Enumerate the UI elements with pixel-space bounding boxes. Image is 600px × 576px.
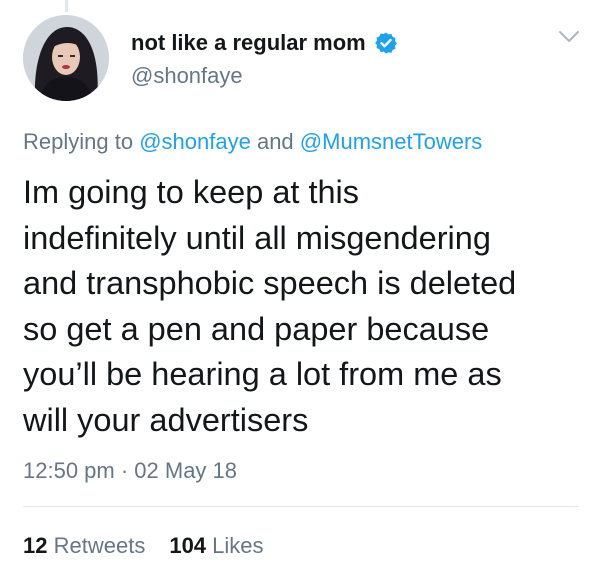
reply-conjunction: and	[256, 129, 294, 154]
display-name[interactable]: not like a regular mom	[131, 30, 366, 56]
tweet-text-line: indefinitely until all misgendering	[23, 219, 491, 256]
likes-stat[interactable]: 104 Likes	[169, 532, 263, 560]
tweet-stats: 12 Retweets 104 Likes	[23, 532, 264, 560]
chevron-down-icon[interactable]	[558, 30, 580, 44]
verified-badge-icon	[374, 31, 398, 55]
tweet-text-line: Im going to keep at this	[23, 174, 360, 210]
avatar[interactable]	[23, 15, 109, 101]
tweet-text-line: you’ll be hearing a lot from me as	[23, 356, 502, 392]
divider	[23, 506, 579, 507]
tweet-text-line: and transphobic speech is deleted	[23, 265, 517, 301]
retweets-count: 12	[23, 533, 48, 558]
reply-prefix: Replying to	[23, 129, 134, 154]
tweet-text: Im going to keep at this indefinitely un…	[23, 170, 588, 443]
mention-link-mumsnettowers[interactable]: @MumsnetTowers	[300, 129, 483, 154]
author-name-row[interactable]: not like a regular mom	[131, 30, 398, 56]
tweet-timestamp[interactable]: 12:50 pm · 02 May 18	[23, 457, 237, 485]
mention-link-shonfaye[interactable]: @shonfaye	[139, 129, 251, 154]
retweets-label: Retweets	[53, 533, 146, 558]
thread-connector-line	[65, 0, 68, 12]
likes-label: Likes	[212, 533, 264, 558]
likes-count: 104	[169, 533, 207, 558]
avatar-image	[23, 15, 109, 101]
reply-context: Replying to @shonfaye and @MumsnetTowers	[23, 128, 482, 156]
tweet-text-line: so get a pen and paper because	[23, 310, 490, 347]
author-handle[interactable]: @shonfaye	[131, 63, 243, 89]
retweets-stat[interactable]: 12 Retweets	[23, 532, 145, 560]
tweet-text-line: will your advertisers	[23, 401, 309, 438]
